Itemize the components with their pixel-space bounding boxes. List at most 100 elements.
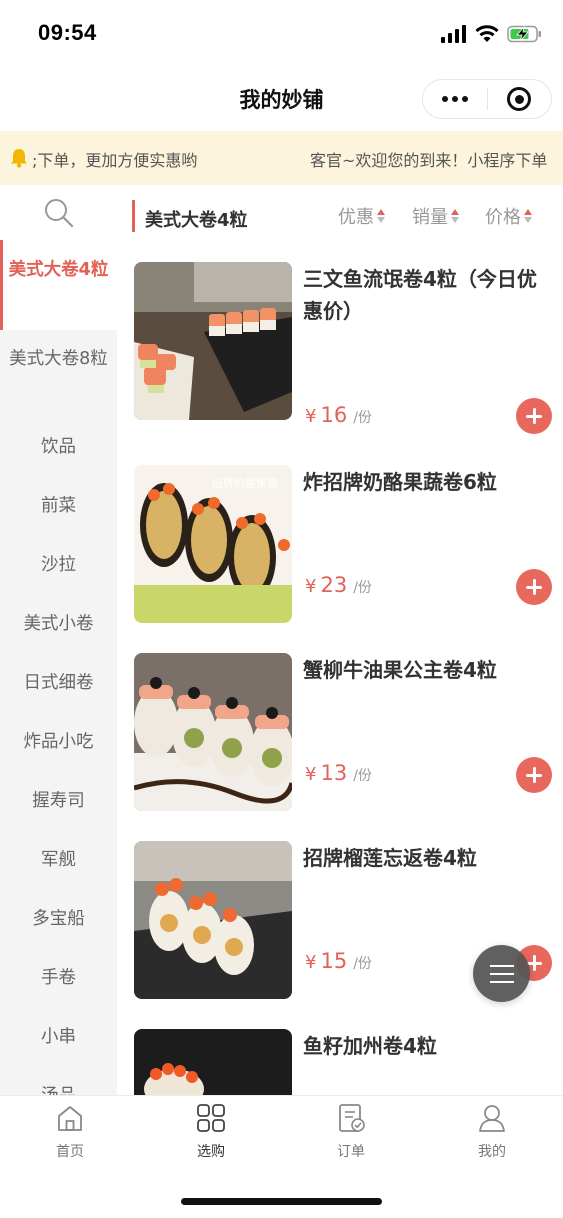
home-icon — [58, 1106, 82, 1131]
product-name[interactable]: 蟹柳牛油果公主卷4粒 — [303, 654, 548, 686]
sidebar-item-label: 日式细卷 — [23, 673, 94, 693]
tab-orders[interactable]: 订单 — [301, 1103, 401, 1161]
price-value: 23 — [320, 573, 348, 597]
tab-orders-label: 订单 — [337, 1144, 365, 1160]
close-button[interactable] — [488, 80, 552, 118]
sort-discount[interactable]: 优惠 — [338, 203, 385, 229]
product-name[interactable]: 鱼籽加州卷4粒 — [303, 1030, 548, 1062]
more-button[interactable] — [423, 80, 487, 118]
tab-shop-label: 选购 — [197, 1144, 225, 1160]
sidebar-item-label: 汤品 — [41, 1086, 76, 1095]
sort-price-label: 价格 — [485, 207, 521, 228]
product-price: ¥13/份 — [305, 761, 372, 785]
app-root: 09:54 我的妙铺 ;下单，更加方便实惠哟 客官~欢迎您的到来！小程序下单 美… — [0, 0, 563, 1218]
sort-sales[interactable]: 销量 — [412, 203, 459, 229]
sidebar-item-label: 手卷 — [41, 968, 76, 988]
sidebar-item-label: 小串 — [41, 1027, 76, 1047]
sidebar-item-label: 握寿司 — [32, 791, 85, 811]
tab-mine-label: 我的 — [478, 1144, 506, 1160]
sort-discount-label: 优惠 — [338, 207, 374, 228]
status-icons — [441, 24, 543, 44]
search-icon — [44, 198, 73, 227]
sidebar-item-hand-roll[interactable]: 手卷 — [0, 964, 117, 992]
product-price: ¥23/份 — [305, 573, 372, 597]
sidebar-item-soup[interactable]: 汤品 — [0, 1082, 117, 1095]
tab-shop[interactable]: 选购 — [161, 1103, 261, 1161]
product-name[interactable]: 招牌榴莲忘返卷4粒 — [303, 842, 548, 874]
signal-icon — [441, 25, 466, 43]
sidebar-item-label: 多宝船 — [32, 909, 85, 929]
currency-symbol: ¥ — [305, 952, 317, 973]
add-to-cart-button[interactable] — [516, 757, 552, 793]
sidebar-item-drinks[interactable]: 饮品 — [0, 433, 117, 461]
category-accent-bar — [132, 200, 135, 232]
sidebar-item-label: 前菜 — [41, 496, 76, 516]
mini-program-capsule — [422, 79, 552, 119]
product-price: ¥16/份 — [305, 403, 372, 427]
image-caption: 招牌奶酪果蔬 — [212, 476, 278, 490]
sidebar-item-label: 沙拉 — [41, 555, 76, 575]
category-title: 美式大卷4粒 — [145, 210, 248, 231]
currency-symbol: ¥ — [305, 406, 317, 427]
sort-price[interactable]: 价格 — [485, 203, 532, 229]
more-dots-icon — [441, 96, 468, 102]
sidebar-item-label: 军舰 — [41, 850, 76, 870]
sidebar-item-appetizers[interactable]: 前菜 — [0, 492, 117, 520]
price-unit: /份 — [353, 410, 372, 426]
product-image[interactable] — [134, 841, 292, 999]
notice-text-a: ;下单，更加方便实惠哟 — [32, 151, 198, 170]
search-button[interactable] — [0, 185, 117, 240]
sidebar-item-label: 美式大卷4粒 — [8, 260, 109, 280]
product-name[interactable]: 炸招牌奶酪果蔬卷6粒 — [303, 466, 548, 498]
product-image[interactable] — [134, 1029, 292, 1095]
product-name[interactable]: 三文鱼流氓卷4粒（今日优惠价） — [303, 263, 548, 327]
battery-charging-icon — [507, 25, 541, 43]
product-image[interactable]: 招牌奶酪果蔬 — [134, 465, 292, 623]
close-circle-icon — [507, 87, 532, 111]
product-image[interactable] — [134, 262, 292, 420]
price-value: 15 — [320, 949, 348, 973]
sidebar-item-nigiri[interactable]: 握寿司 — [0, 787, 117, 815]
tab-home-label: 首页 — [56, 1144, 84, 1160]
notice-bar[interactable]: ;下单，更加方便实惠哟 客官~欢迎您的到来！小程序下单 — [0, 131, 563, 185]
sidebar-item-salad[interactable]: 沙拉 — [0, 551, 117, 579]
home-indicator[interactable] — [181, 1198, 382, 1205]
menu-line-icon — [489, 964, 514, 967]
sidebar-item-label: 美式大卷8粒 — [9, 349, 108, 369]
sidebar-item-gunkan[interactable]: 军舰 — [0, 846, 117, 874]
price-value: 13 — [320, 761, 348, 785]
sidebar-item-thin-roll[interactable]: 日式细卷 — [0, 669, 117, 697]
wifi-icon — [475, 25, 499, 42]
currency-symbol: ¥ — [305, 764, 317, 785]
status-time: 09:54 — [38, 20, 97, 45]
bell-icon — [11, 149, 27, 168]
sidebar-item-american-roll-8[interactable]: 美式大卷8粒 — [0, 330, 117, 418]
sidebar-item-skewers[interactable]: 小串 — [0, 1023, 117, 1051]
product-price: ¥15/份 — [305, 949, 372, 973]
sidebar-item-small-roll[interactable]: 美式小卷 — [0, 610, 117, 638]
user-icon — [479, 1105, 505, 1132]
sidebar-item-sushi-boat[interactable]: 多宝船 — [0, 905, 117, 933]
sidebar-item-american-roll-4[interactable]: 美式大卷4粒 — [0, 240, 117, 330]
currency-symbol: ¥ — [305, 576, 317, 597]
price-unit: /份 — [353, 956, 372, 972]
add-to-cart-button[interactable] — [516, 398, 552, 434]
sort-arrows-icon — [451, 209, 459, 223]
sidebar-item-label: 炸品小吃 — [23, 732, 94, 752]
sidebar-item-fried-snacks[interactable]: 炸品小吃 — [0, 728, 117, 756]
order-check-icon — [339, 1104, 365, 1132]
notice-text-b: 客官~欢迎您的到来！小程序下单 — [310, 151, 548, 170]
tab-mine[interactable]: 我的 — [442, 1103, 542, 1161]
floating-menu-button[interactable] — [473, 945, 530, 1002]
sort-arrows-icon — [524, 209, 532, 223]
grid-icon — [197, 1104, 225, 1132]
add-to-cart-button[interactable] — [516, 569, 552, 605]
price-value: 16 — [320, 403, 348, 427]
sort-sales-label: 销量 — [412, 207, 448, 228]
price-unit: /份 — [353, 580, 372, 596]
product-image[interactable] — [134, 653, 292, 811]
price-unit: /份 — [353, 768, 372, 784]
tab-home[interactable]: 首页 — [20, 1103, 120, 1161]
sidebar-item-label: 美式小卷 — [23, 614, 94, 634]
sidebar-item-label: 饮品 — [41, 437, 76, 457]
